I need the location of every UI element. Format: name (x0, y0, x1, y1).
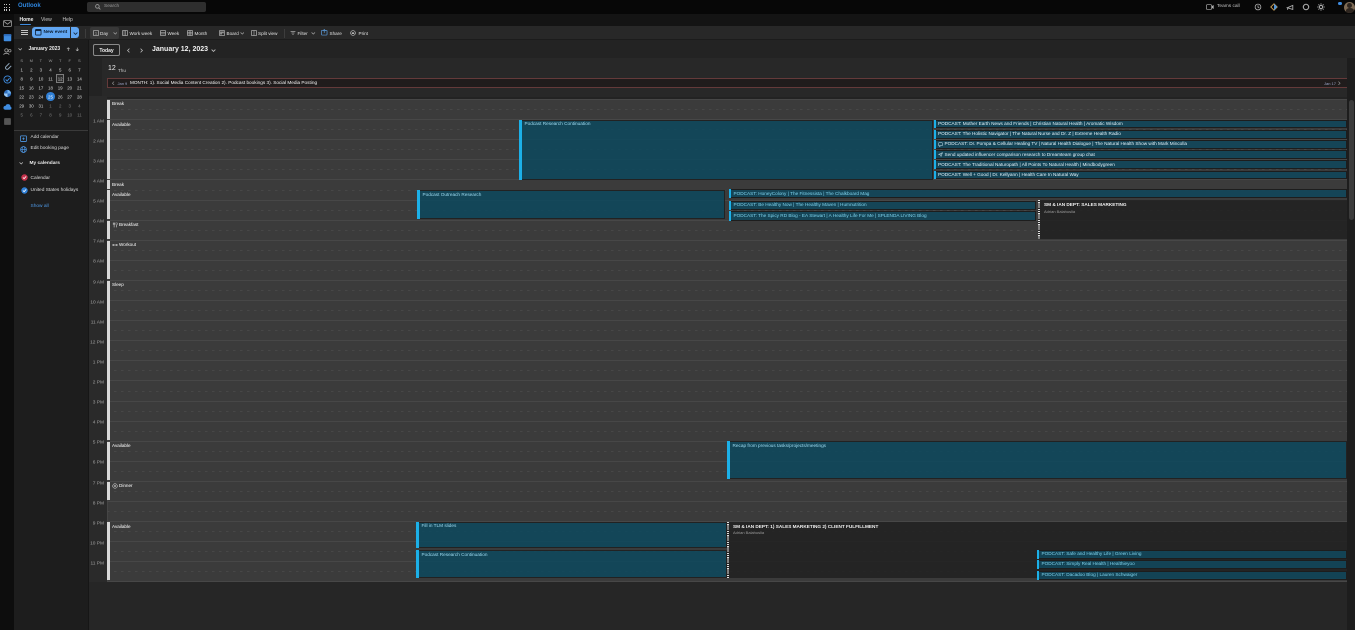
svg-text:1: 1 (95, 31, 97, 35)
